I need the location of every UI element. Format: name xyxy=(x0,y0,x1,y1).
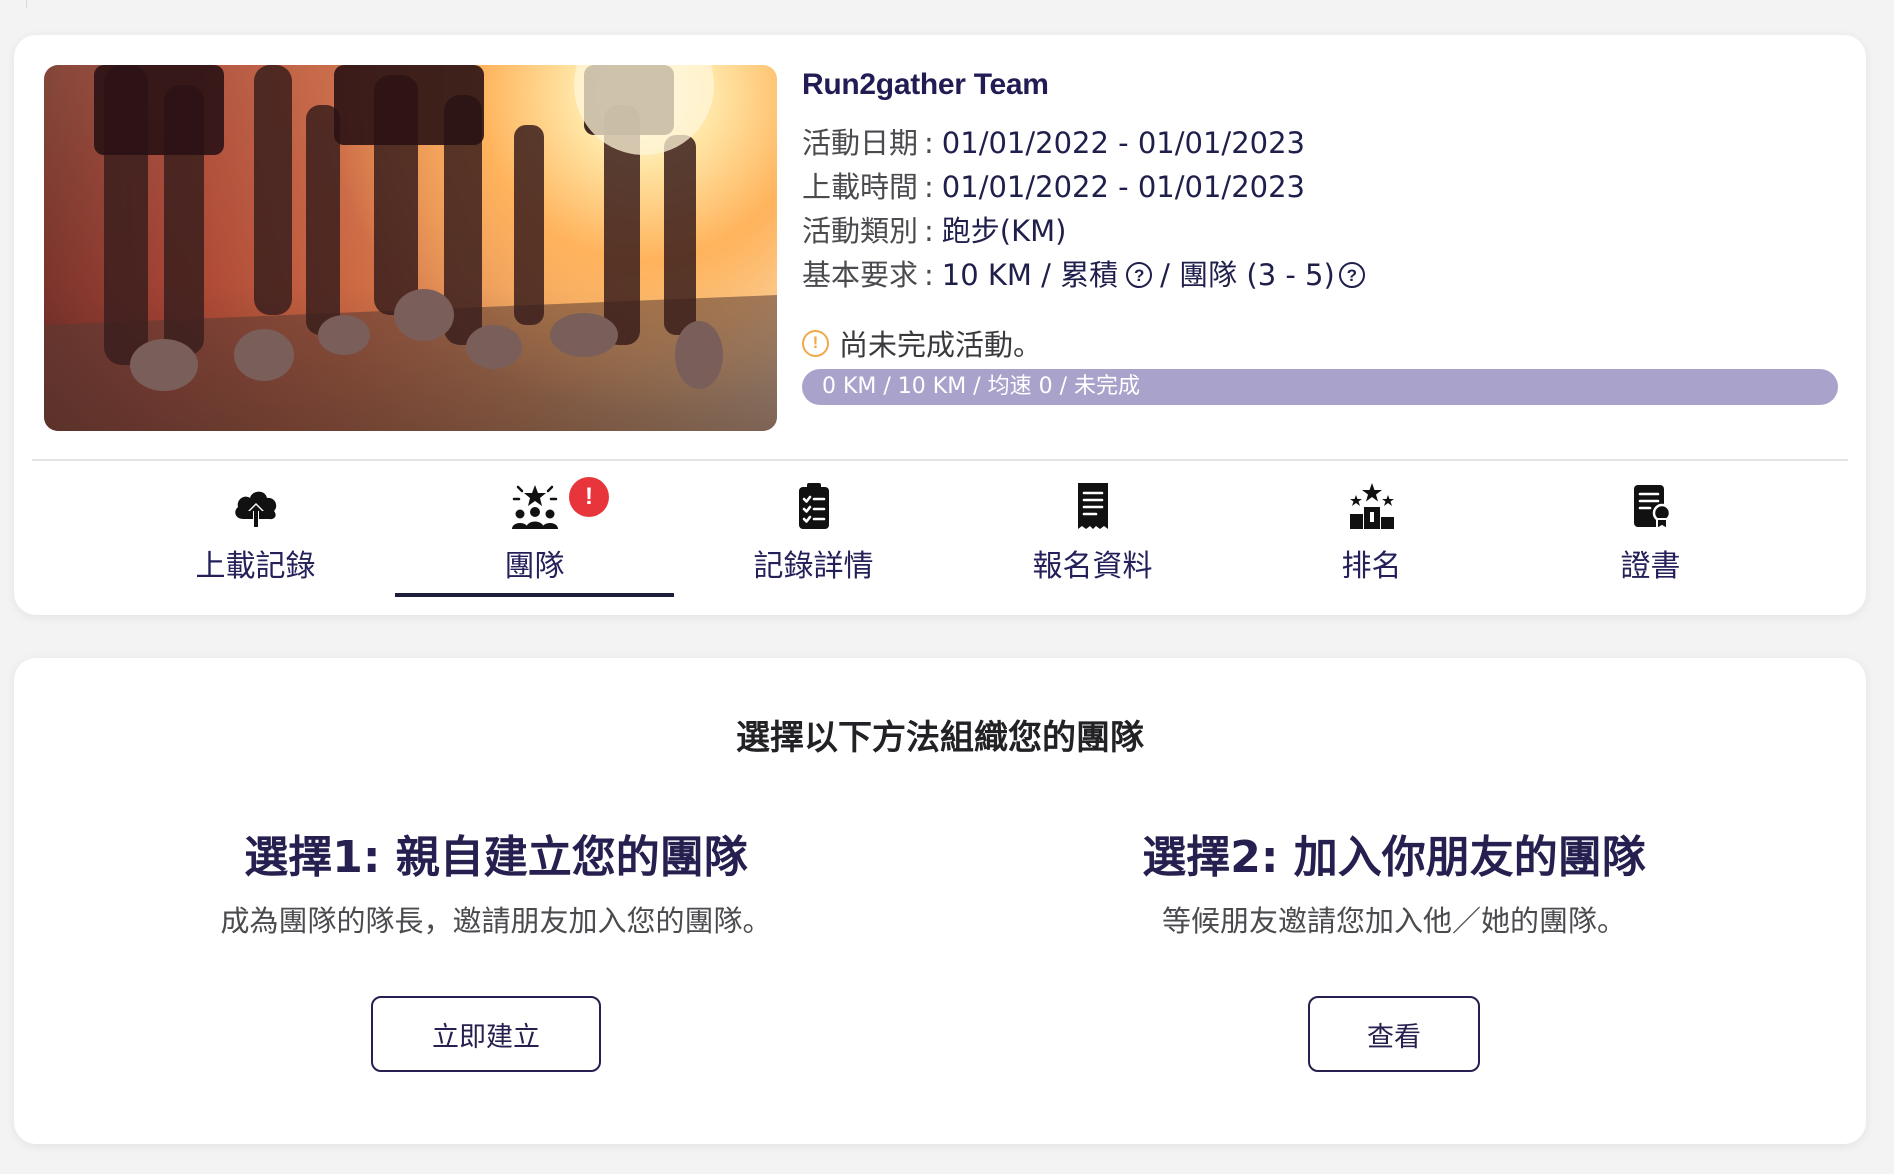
tab-ranking[interactable]: 排名 xyxy=(1232,475,1511,605)
tab-registration[interactable]: 報名資料 xyxy=(953,475,1232,605)
create-team-button[interactable]: 立即建立 xyxy=(371,996,601,1072)
requirement-distance: 10 KM / 累積 xyxy=(941,258,1119,292)
team-icon xyxy=(508,479,562,533)
event-tabs: 上載記錄 ! 團隊 記錄詳情 報名資料 排名 證書 xyxy=(116,475,1792,605)
view-invitations-button[interactable]: 查看 xyxy=(1308,996,1480,1072)
event-info: Run2gather Team 活動日期 : 01/01/2022 - 01/0… xyxy=(802,63,1842,405)
progress-text: 0 KM / 10 KM / 均速 0 / 未完成 xyxy=(822,374,1140,399)
separator: : xyxy=(924,126,934,160)
tab-label: 團隊 xyxy=(504,549,565,584)
option-title: 選擇2: 加入你朋友的團隊 xyxy=(1142,832,1646,883)
podium-icon xyxy=(1345,479,1399,533)
notification-badge: ! xyxy=(569,477,609,517)
option-title: 選擇1: 親自建立您的團隊 xyxy=(244,832,748,883)
team-organize-card: 選擇以下方法組織您的團隊 選擇1: 親自建立您的團隊 成為團隊的隊長，邀請朋友加… xyxy=(14,658,1866,1144)
upload-time-value: 01/01/2022 - 01/01/2023 xyxy=(941,170,1305,204)
progress-bar: 0 KM / 10 KM / 均速 0 / 未完成 xyxy=(802,369,1838,405)
requirement-value: 10 KM / 累積 ? / 團隊 (3 - 5) ? xyxy=(942,253,1373,297)
cloud-upload-icon xyxy=(229,479,283,533)
requirement-label: 基本要求 xyxy=(802,258,919,292)
receipt-icon xyxy=(1066,479,1120,533)
upload-time-label: 上載時間 xyxy=(802,170,919,204)
activity-status: ! 尚未完成活動。 xyxy=(802,323,1842,363)
warning-circle-icon: ! xyxy=(802,329,829,357)
tab-team[interactable]: ! 團隊 xyxy=(395,475,674,605)
requirement-team-size: / 團隊 (3 - 5) xyxy=(1160,258,1335,292)
option-description: 成為團隊的隊長，邀請朋友加入您的團隊。 xyxy=(220,904,772,938)
status-text: 尚未完成活動。 xyxy=(839,328,1043,362)
event-date-value: 01/01/2022 - 01/01/2023 xyxy=(941,126,1305,160)
upload-time-row: 上載時間 : 01/01/2022 - 01/01/2023 xyxy=(802,165,1842,209)
tab-label: 排名 xyxy=(1341,549,1402,584)
event-hero-image xyxy=(44,65,777,431)
event-card: Run2gather Team 活動日期 : 01/01/2022 - 01/0… xyxy=(14,35,1866,615)
tab-certificate[interactable]: 證書 xyxy=(1511,475,1790,605)
tab-label: 記錄詳情 xyxy=(753,549,874,584)
separator: : xyxy=(924,258,934,292)
event-category-value: 跑步(KM) xyxy=(941,214,1067,248)
option-create-team: 選擇1: 親自建立您的團隊 成為團隊的隊長，邀請朋友加入您的團隊。 xyxy=(106,828,886,940)
question-circle-icon[interactable]: ? xyxy=(1126,262,1153,288)
tab-label: 報名資料 xyxy=(1032,549,1153,584)
organize-title: 選擇以下方法組織您的團隊 xyxy=(736,718,1144,758)
tab-label: 上載記錄 xyxy=(195,549,316,584)
clipboard-check-icon xyxy=(787,479,841,533)
separator: : xyxy=(924,170,934,204)
top-divider xyxy=(26,0,27,8)
option-description: 等候朋友邀請您加入他／她的團隊。 xyxy=(1161,904,1626,938)
requirement-row: 基本要求 : 10 KM / 累積 ? / 團隊 (3 - 5) ? xyxy=(802,253,1842,297)
option-join-team: 選擇2: 加入你朋友的團隊 等候朋友邀請您加入他／她的團隊。 xyxy=(1004,828,1784,940)
event-title: Run2gather Team xyxy=(802,68,1049,101)
tab-upload-record[interactable]: 上載記錄 xyxy=(116,475,395,605)
certificate-icon xyxy=(1624,479,1678,533)
section-divider xyxy=(32,459,1848,461)
separator: : xyxy=(924,214,934,248)
tab-label: 證書 xyxy=(1620,549,1681,584)
event-date-label: 活動日期 xyxy=(802,126,919,160)
event-category-row: 活動類別 : 跑步(KM) xyxy=(802,209,1842,253)
event-category-label: 活動類別 xyxy=(802,214,919,248)
event-date-row: 活動日期 : 01/01/2022 - 01/01/2023 xyxy=(802,121,1842,165)
tab-record-details[interactable]: 記錄詳情 xyxy=(674,475,953,605)
question-circle-icon[interactable]: ? xyxy=(1338,262,1365,288)
